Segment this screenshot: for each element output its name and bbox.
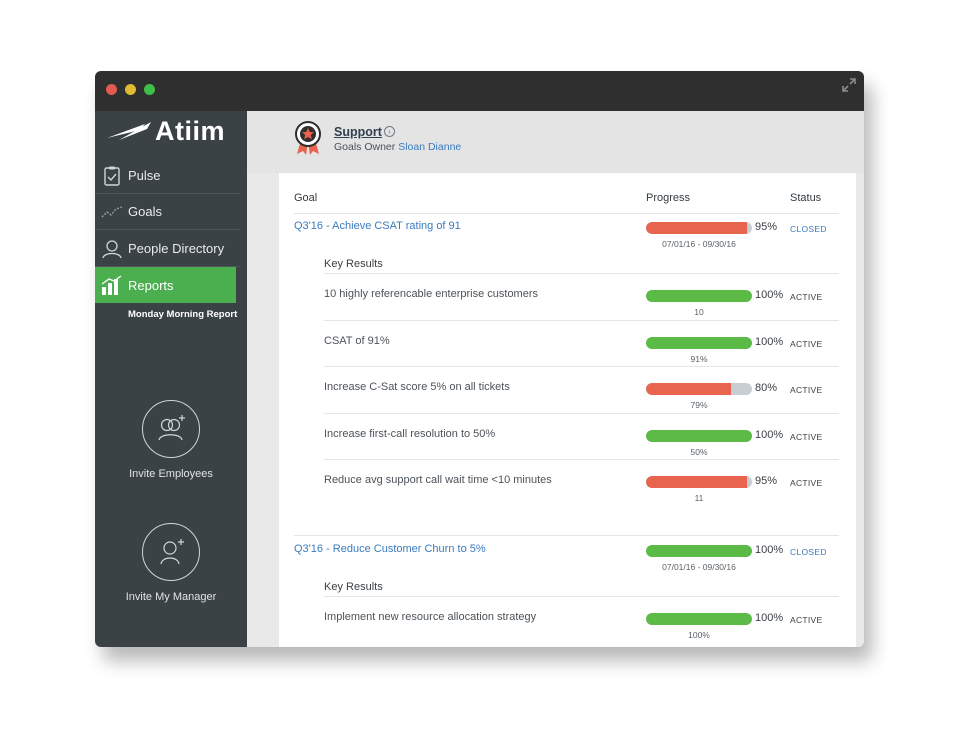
sidebar-item-label: Reports xyxy=(128,277,174,293)
column-header-progress: Progress xyxy=(646,192,691,204)
progress-percent: 100% xyxy=(755,612,784,624)
progress-percent: 95% xyxy=(755,475,778,487)
divider xyxy=(294,535,839,536)
status-badge: ACTIVE xyxy=(790,385,823,395)
key-result-title[interactable]: CSAT of 91% xyxy=(324,335,390,347)
goal-title-link[interactable]: Q3'16 - Reduce Customer Churn to 5% xyxy=(294,543,486,555)
key-result-value: 11 xyxy=(694,493,704,503)
add-group-icon xyxy=(142,400,200,458)
goals-owner: Goals Owner Sloan Dianne xyxy=(334,141,461,153)
progress-percent: 100% xyxy=(755,336,784,348)
progress-bar-fill xyxy=(646,290,752,302)
progress-percent: 100% xyxy=(755,289,784,301)
sidebar-item-label: Goals xyxy=(128,204,162,219)
close-window-button[interactable] xyxy=(106,84,117,95)
maximize-window-button[interactable] xyxy=(144,84,155,95)
key-result-title[interactable]: Reduce avg support call wait time <10 mi… xyxy=(324,474,552,486)
progress-bar xyxy=(646,383,752,395)
sidebar-item-people-directory[interactable]: People Directory xyxy=(95,231,241,267)
progress-bar-fill xyxy=(646,337,752,349)
key-result-title[interactable]: Implement new resource allocation strate… xyxy=(324,611,536,623)
invite-manager-button[interactable]: Invite My Manager xyxy=(95,523,247,603)
key-result-value: 100% xyxy=(688,630,710,640)
sidebar-item-reports[interactable]: Reports xyxy=(95,267,236,303)
progress-percent: 80% xyxy=(755,382,778,394)
add-user-icon xyxy=(142,523,200,581)
progress-bar xyxy=(646,337,752,349)
column-header-status: Status xyxy=(790,192,822,204)
status-badge: ACTIVE xyxy=(790,478,823,488)
key-results-heading: Key Results xyxy=(324,581,383,593)
progress-bar-fill xyxy=(646,613,752,625)
atiim-logo[interactable]: Atiim xyxy=(105,116,240,146)
divider xyxy=(324,459,839,460)
sidebar-subitem-monday-morning-report[interactable]: Monday Morning Report xyxy=(128,309,237,320)
progress-bar xyxy=(646,613,752,625)
progress-bar xyxy=(646,222,752,234)
progress-bar xyxy=(646,545,752,557)
invite-manager-label: Invite My Manager xyxy=(125,591,217,603)
divider xyxy=(324,366,839,367)
fullscreen-icon[interactable] xyxy=(842,78,856,92)
goals-table: Goal Progress Status Q3'16 - Achieve CSA… xyxy=(279,173,856,647)
progress-percent: 100% xyxy=(755,544,784,556)
sidebar-item-label: Pulse xyxy=(128,168,161,183)
chevron-right-circle-icon[interactable]: › xyxy=(384,126,395,137)
progress-percent: 100% xyxy=(755,429,784,441)
status-badge: ACTIVE xyxy=(790,432,823,442)
main-content: Support › Goals Owner Sloan Dianne Goal … xyxy=(247,111,864,647)
sidebar-item-label: People Directory xyxy=(128,241,225,256)
progress-bar xyxy=(646,290,752,302)
minimize-window-button[interactable] xyxy=(125,84,136,95)
invite-employees-label: Invite Employees xyxy=(129,468,213,480)
app-window: Atiim Pulse Goals People Directory Repor… xyxy=(95,71,864,647)
key-result-value: 91% xyxy=(690,354,708,364)
progress-bar-fill xyxy=(646,222,747,234)
key-result-title[interactable]: Increase first-call resolution to 50% xyxy=(324,428,495,440)
divider xyxy=(324,320,839,321)
progress-bar-fill xyxy=(646,545,752,557)
key-result-value: 10 xyxy=(694,307,704,317)
logo-swoosh-icon xyxy=(107,122,151,140)
divider xyxy=(324,273,839,274)
divider xyxy=(324,596,839,597)
award-badge-icon xyxy=(295,121,321,155)
people-icon xyxy=(101,238,123,260)
progress-bar xyxy=(646,430,752,442)
status-badge: ACTIVE xyxy=(790,292,823,302)
divider xyxy=(294,213,839,214)
bar-chart-icon xyxy=(101,274,123,296)
key-result-title[interactable]: Increase C-Sat score 5% on all tickets xyxy=(324,381,510,393)
status-badge[interactable]: CLOSED xyxy=(790,547,827,557)
logo-text: Atiim xyxy=(155,116,225,146)
status-badge[interactable]: CLOSED xyxy=(790,224,827,234)
status-badge: ACTIVE xyxy=(790,339,823,349)
owner-name-link[interactable]: Sloan Dianne xyxy=(398,141,461,153)
progress-percent: 95% xyxy=(755,221,778,233)
goal-title-link[interactable]: Q3'16 - Achieve CSAT rating of 91 xyxy=(294,220,461,232)
progress-bar-fill xyxy=(646,383,731,395)
team-header: Support › Goals Owner Sloan Dianne xyxy=(247,111,864,173)
clipboard-icon xyxy=(101,165,123,187)
key-result-value: 79% xyxy=(690,400,708,410)
progress-bar xyxy=(646,476,752,488)
sidebar-item-pulse[interactable]: Pulse xyxy=(95,158,241,194)
goal-date-range: 07/01/16 - 09/30/16 xyxy=(662,562,736,572)
trend-line-icon xyxy=(101,201,123,223)
divider xyxy=(324,413,839,414)
title-bar xyxy=(95,71,864,111)
progress-bar-fill xyxy=(646,430,752,442)
status-badge: ACTIVE xyxy=(790,615,823,625)
column-header-goal: Goal xyxy=(294,192,318,204)
sidebar-item-goals[interactable]: Goals xyxy=(95,194,241,230)
goal-date-range: 07/01/16 - 09/30/16 xyxy=(662,239,736,249)
invite-employees-button[interactable]: Invite Employees xyxy=(95,400,247,480)
key-result-value: 50% xyxy=(690,447,708,457)
progress-bar-fill xyxy=(646,476,747,488)
owner-label: Goals Owner xyxy=(334,141,396,153)
key-result-title[interactable]: 10 highly referencable enterprise custom… xyxy=(324,288,538,300)
key-results-heading: Key Results xyxy=(324,258,383,270)
team-name-link[interactable]: Support xyxy=(334,125,382,139)
sidebar: Atiim Pulse Goals People Directory Repor… xyxy=(95,111,247,647)
